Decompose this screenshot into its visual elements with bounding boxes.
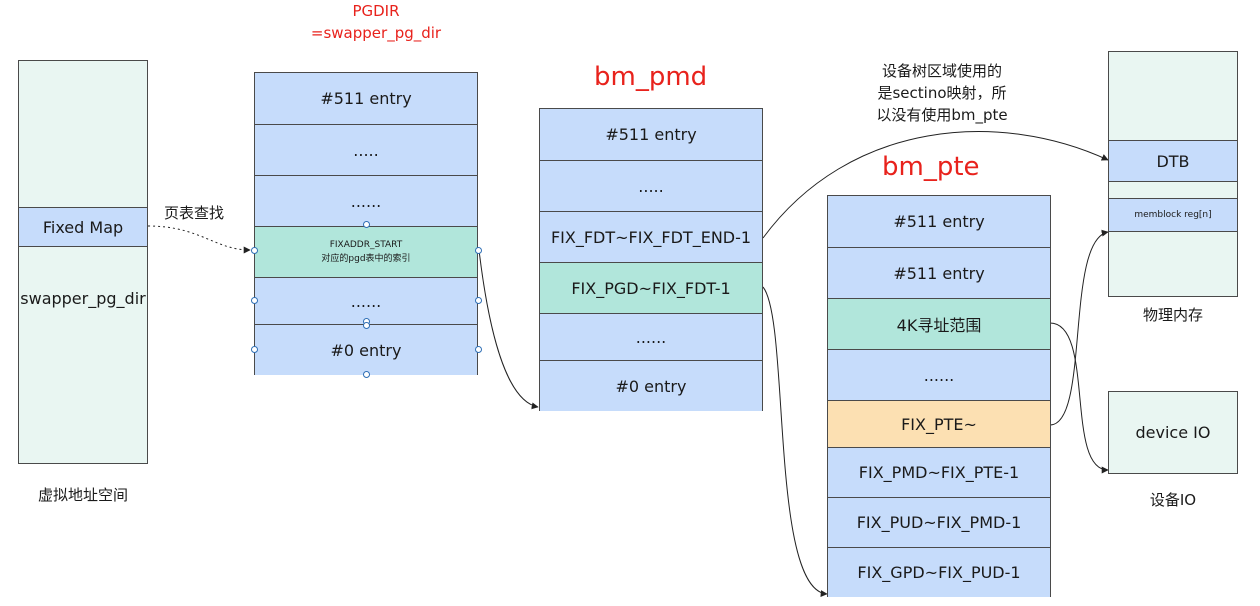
pgdir-row: ..... — [255, 124, 477, 175]
pgdir-row: #0 entry — [255, 324, 477, 375]
bm-pte-row: ...... — [828, 349, 1050, 400]
selection-handle[interactable] — [475, 247, 482, 254]
physical-caption: 物理内存 — [1142, 306, 1203, 324]
virtual-address-space: Fixed Map swapper_pg_dir — [18, 60, 148, 464]
bm-pmd-title: bm_pmd — [594, 62, 708, 92]
pmd-to-pte-arrow — [762, 286, 828, 598]
fixaddr-start-label: FIXADDR_START — [329, 240, 403, 250]
selection-handle[interactable] — [363, 221, 370, 228]
bm-pmd-row: #0 entry — [540, 360, 762, 411]
lookup-arrow — [147, 225, 251, 254]
note-line2: 是sectino映射，所 — [877, 84, 1007, 102]
bm-pmd-table: #511 entry ..... FIX_FDT~FIX_FDT_END-1 F… — [539, 108, 763, 411]
pgdir-title-line1: PGDIR — [352, 2, 400, 20]
device-caption: 设备IO — [1149, 491, 1197, 509]
bm-pte-row: FIX_GPD~FIX_PUD-1 — [828, 547, 1050, 597]
pte-to-memblock-arrow — [1049, 229, 1109, 426]
selection-handle[interactable] — [363, 322, 370, 329]
device-io-box: device IO — [1108, 391, 1238, 474]
dtb-cell: DTB — [1109, 140, 1237, 182]
lookup-label: 页表查找 — [164, 204, 225, 222]
pgdir-fixaddr-row: FIXADDR_START 对应的pgd表中的索引 — [255, 226, 477, 277]
bm-pte-row: #511 entry — [828, 196, 1050, 247]
bm-pte-title: bm_pte — [882, 152, 980, 182]
pgdir-title: PGDIR =swapper_pg_dir — [296, 0, 456, 44]
pgdir-title-line2: =swapper_pg_dir — [310, 24, 442, 42]
pte-to-device-arrow — [1049, 322, 1109, 474]
virtual-caption: 虚拟地址空间 — [37, 486, 128, 504]
bm-pmd-row: ...... — [540, 313, 762, 360]
physical-memory: DTB memblock reg[n] — [1108, 51, 1238, 297]
device-io-label: device IO — [1135, 423, 1211, 442]
bm-pmd-row: FIX_FDT~FIX_FDT_END-1 — [540, 211, 762, 262]
bm-pte-row: FIX_PUD~FIX_PMD-1 — [828, 497, 1050, 547]
selection-handle[interactable] — [251, 297, 258, 304]
selection-handle[interactable] — [363, 371, 370, 378]
selection-handle[interactable] — [475, 346, 482, 353]
selection-handle[interactable] — [475, 297, 482, 304]
pgdir-row: ...... — [255, 175, 477, 226]
bm-pmd-row: #511 entry — [540, 109, 762, 160]
bm-pte-row: FIX_PMD~FIX_PTE-1 — [828, 447, 1050, 497]
note-line1: 设备树区域使用的 — [881, 62, 1002, 80]
bm-pte-row: FIX_PTE~ — [828, 400, 1050, 447]
bm-pmd-row: FIX_PGD~FIX_FDT-1 — [540, 262, 762, 313]
fixaddr-index-label: 对应的pgd表中的索引 — [321, 254, 411, 264]
bm-pte-row: #511 entry — [828, 247, 1050, 298]
bm-pte-row: 4K寻址范围 — [828, 298, 1050, 349]
selection-handle[interactable] — [251, 247, 258, 254]
pgdir-row: ...... — [255, 277, 477, 324]
bm-pmd-row: ..... — [540, 160, 762, 211]
swapper-pg-dir-label: swapper_pg_dir — [20, 288, 146, 308]
bm-pte-table: #511 entry #511 entry 4K寻址范围 ...... FIX_… — [827, 195, 1051, 597]
memblock-cell: memblock reg[n] — [1109, 198, 1237, 232]
section-mapping-note: 设备树区域使用的 是sectino映射，所 以没有使用bm_pte — [862, 60, 1022, 126]
note-line3: 以没有使用bm_pte — [876, 106, 1008, 124]
fixed-map-cell: Fixed Map — [19, 207, 147, 247]
pgdir-row: #511 entry — [255, 73, 477, 124]
pgd-to-pmd-arrow — [478, 249, 539, 410]
selection-handle[interactable] — [251, 346, 258, 353]
